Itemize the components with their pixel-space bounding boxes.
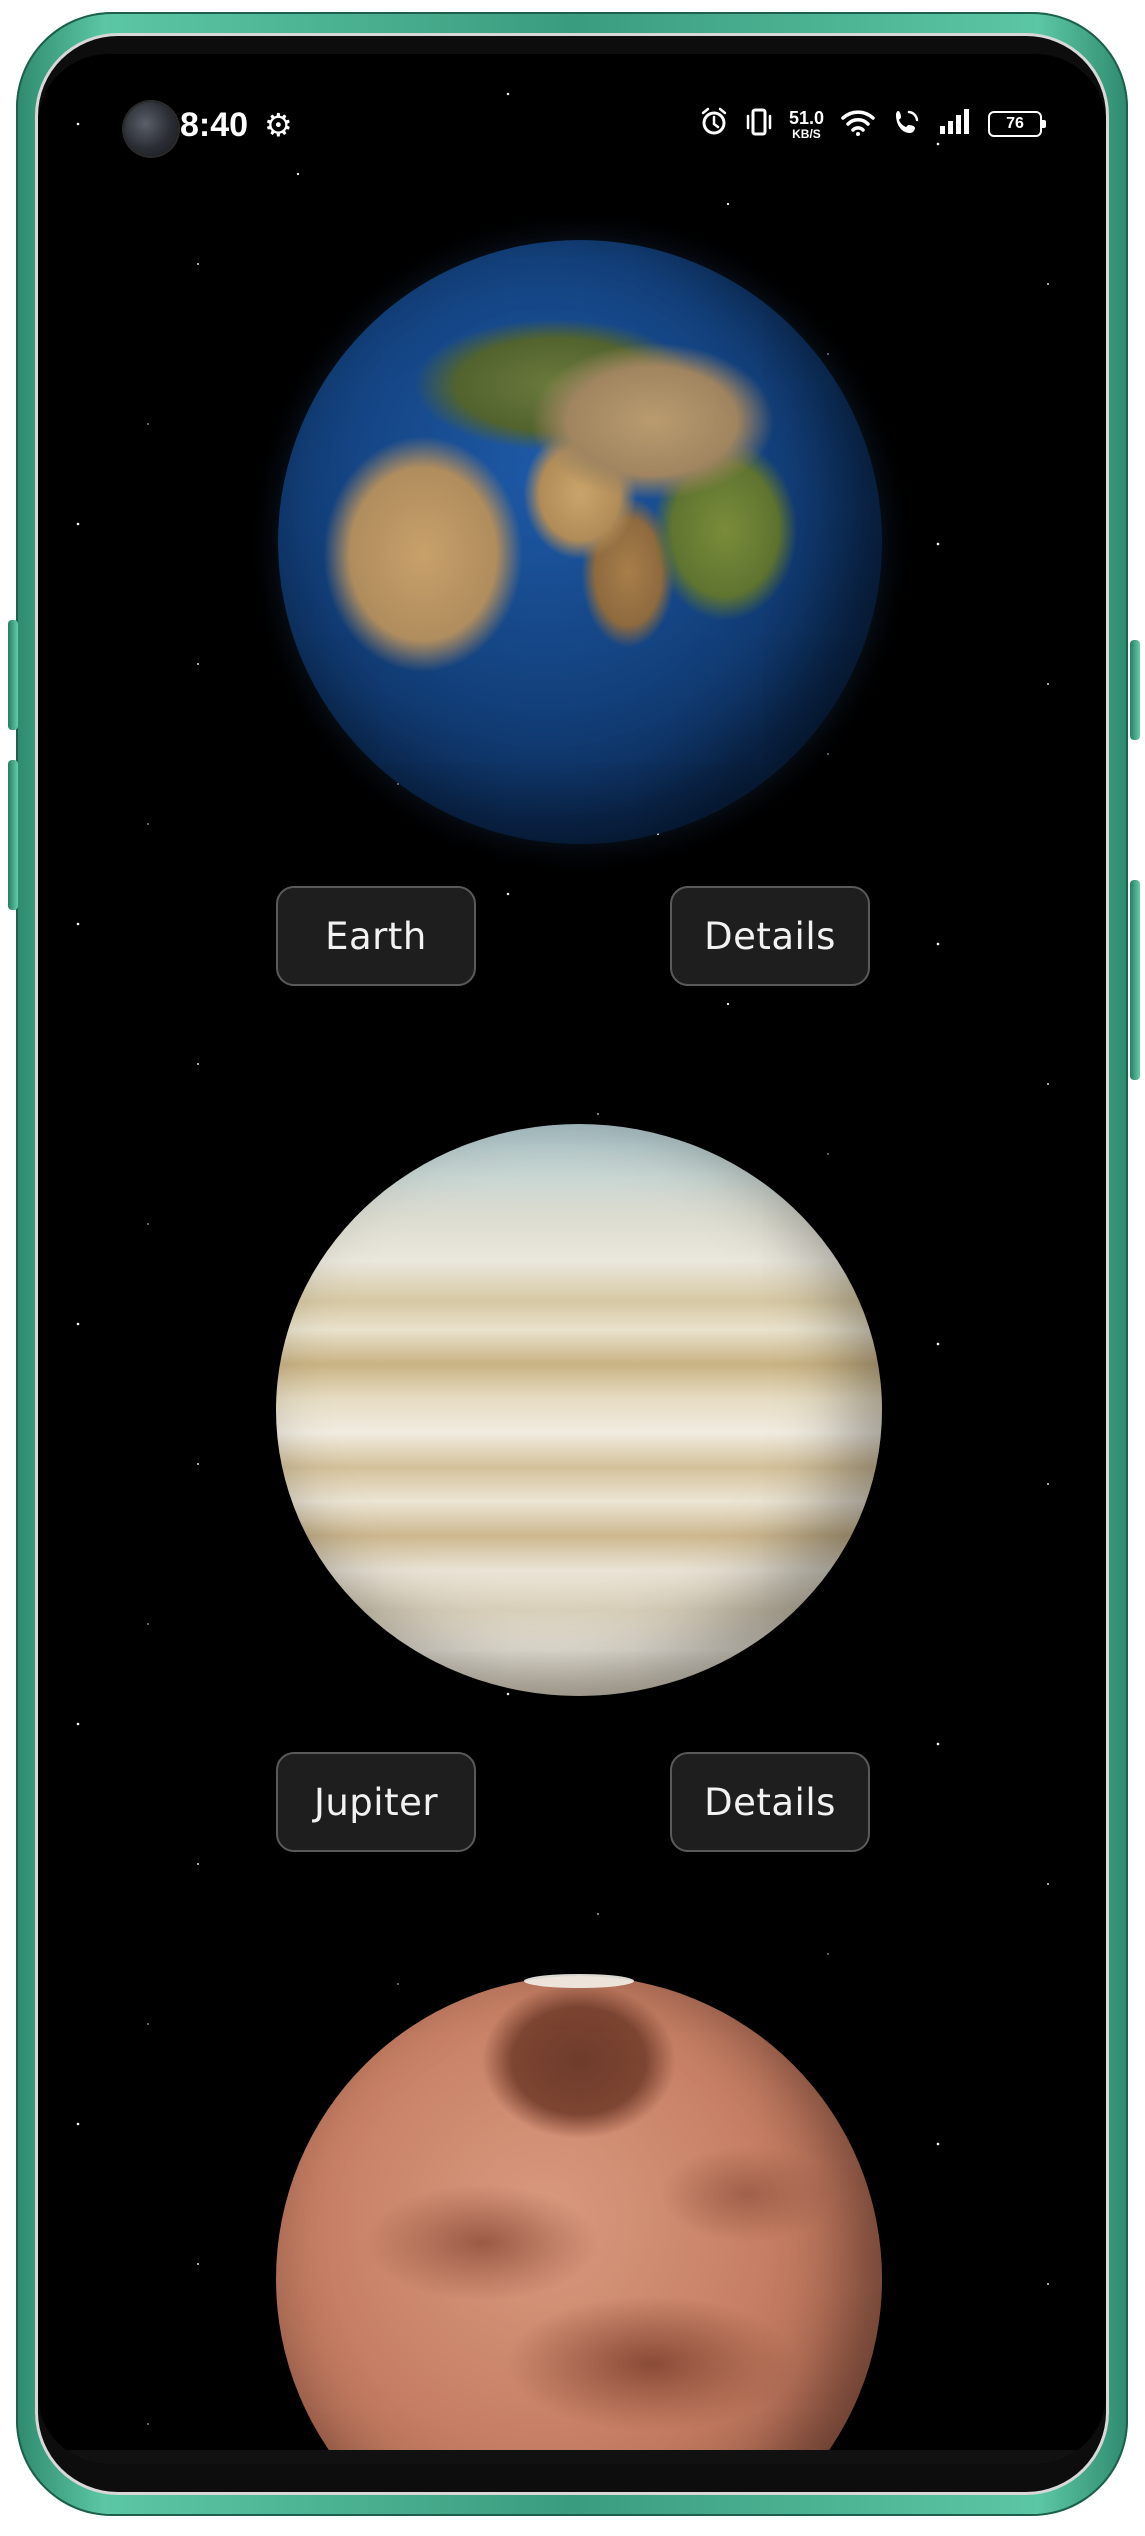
power-button <box>1130 640 1140 740</box>
status-icons: 51.0 KB/S 76 <box>699 104 1046 144</box>
jupiter-planet-image[interactable] <box>276 1124 882 1696</box>
mars-polar-cap <box>524 1974 634 1988</box>
earth-name-button[interactable]: Earth <box>276 886 476 986</box>
cellular-signal-icon <box>938 108 972 141</box>
app-screen: 8:40 ⚙ 51.0 KB/S 76 Earth Details Jupite… <box>38 54 1106 2464</box>
jupiter-details-button[interactable]: Details <box>670 1752 870 1852</box>
status-bar: 8:40 ⚙ 51.0 KB/S 76 <box>38 54 1106 184</box>
battery-level: 76 <box>1006 115 1024 132</box>
page: 8:40 ⚙ 51.0 KB/S 76 Earth Details Jupite… <box>0 0 1145 2536</box>
net-speed-value: 51.0 <box>788 107 824 128</box>
screen-bottom-edge <box>38 2450 1106 2464</box>
earth-planet-image[interactable] <box>278 240 882 844</box>
wifi-calling-icon <box>892 107 922 142</box>
wifi-icon <box>840 107 876 142</box>
alarm-icon <box>699 107 729 142</box>
earth-details-button[interactable]: Details <box>670 886 870 986</box>
battery-icon: 76 <box>988 111 1046 137</box>
settings-gear-icon: ⚙ <box>264 106 293 144</box>
side-key <box>1130 880 1140 1080</box>
vibrate-icon <box>745 107 773 142</box>
net-speed-unit: KB/S <box>792 126 821 141</box>
front-camera <box>124 102 178 156</box>
network-speed: 51.0 KB/S <box>789 109 824 140</box>
jupiter-name-button[interactable]: Jupiter <box>276 1752 476 1852</box>
volume-button <box>8 620 18 730</box>
status-time: 8:40 <box>180 106 249 144</box>
alert-slider <box>8 760 18 910</box>
